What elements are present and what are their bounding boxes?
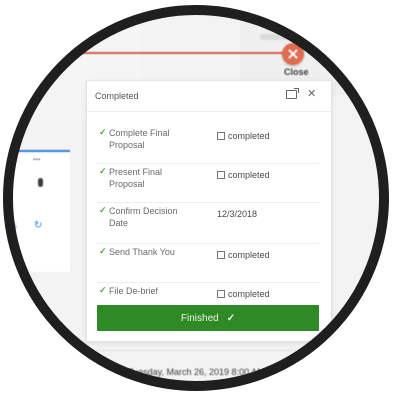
check-icon: ✓ xyxy=(99,285,107,295)
completed-stage-dialog: Completed ✕ ✓ Complete Final Proposal co… xyxy=(86,80,332,342)
side-panel-text xyxy=(260,20,370,26)
expand-icon[interactable] xyxy=(286,88,299,99)
task-status-label: completed xyxy=(228,131,270,141)
check-icon: ✓ xyxy=(99,166,107,176)
more-options-icon[interactable]: ... xyxy=(33,152,41,162)
side-panel-text xyxy=(260,6,380,12)
close-stage-button[interactable] xyxy=(282,43,304,65)
form-label: Budget Amount xyxy=(10,34,52,40)
task-status[interactable]: completed xyxy=(217,289,270,299)
task-name: File De-brief xyxy=(109,286,159,296)
checkbox-icon[interactable] xyxy=(217,251,225,259)
form-row: Primary Contact Vice Cycle xyxy=(10,2,130,16)
check-icon: ✓ xyxy=(99,246,107,256)
close-icon[interactable]: ✕ xyxy=(307,87,316,100)
task-list: ✓ Complete Final Proposal completed ✓ Pr… xyxy=(97,125,319,322)
checkmark-icon: ✓ xyxy=(226,312,236,324)
dialog-header: Completed ✕ xyxy=(87,81,331,112)
checkbox-icon[interactable] xyxy=(217,290,225,298)
task-status-label: completed xyxy=(228,250,270,260)
task-row: ✓ Send Thank You completed xyxy=(97,244,319,283)
task-status-label: completed xyxy=(228,170,270,180)
form-value: Vice Cycle xyxy=(72,2,101,8)
task-status[interactable]: completed xyxy=(217,170,270,180)
finished-button[interactable]: Finished ✓ xyxy=(97,305,319,331)
check-icon: ✓ xyxy=(99,205,107,215)
dialog-title: Completed xyxy=(95,91,139,101)
activity-date: Tuesday, March 26, 2019 8:00 AM xyxy=(128,367,265,377)
left-panel xyxy=(0,150,70,272)
checkbox-icon[interactable] xyxy=(217,171,225,179)
task-date[interactable]: 12/3/2018 xyxy=(217,209,257,219)
task-status-label: completed xyxy=(228,289,270,299)
close-stage-label[interactable]: Close xyxy=(284,67,309,77)
form-label: Primary Contact xyxy=(10,2,54,8)
form-row: Budget Amount xyxy=(10,34,130,48)
process-stage-line xyxy=(40,52,295,54)
checkbox-icon[interactable] xyxy=(217,132,225,140)
form-row: Currency US Dollar xyxy=(10,18,130,32)
side-panel-text xyxy=(260,34,360,40)
form-value: US Dollar xyxy=(72,18,98,24)
form-label: Currency xyxy=(10,18,35,24)
task-row: ✓ Complete Final Proposal completed xyxy=(97,125,319,164)
task-name: Present Final Proposal xyxy=(109,167,163,189)
task-name: Confirm Decision Date xyxy=(109,206,178,228)
task-status[interactable]: completed xyxy=(217,250,270,260)
toggle-icon[interactable] xyxy=(38,178,43,187)
task-row: ✓ Confirm Decision Date 12/3/2018 xyxy=(97,203,319,244)
finished-label: Finished xyxy=(180,312,219,324)
check-icon: ✓ xyxy=(99,127,107,137)
refresh-icon[interactable]: ↻ xyxy=(34,220,42,231)
task-name: Complete Final Proposal xyxy=(109,128,170,150)
task-date-value[interactable]: 12/3/2018 xyxy=(217,209,257,219)
arrow-down-icon[interactable]: ↓ xyxy=(13,220,18,231)
task-name: Send Thank You xyxy=(109,247,175,257)
task-status[interactable]: completed xyxy=(217,131,270,141)
task-row: ✓ Present Final Proposal completed xyxy=(97,164,319,203)
divider xyxy=(70,350,310,351)
